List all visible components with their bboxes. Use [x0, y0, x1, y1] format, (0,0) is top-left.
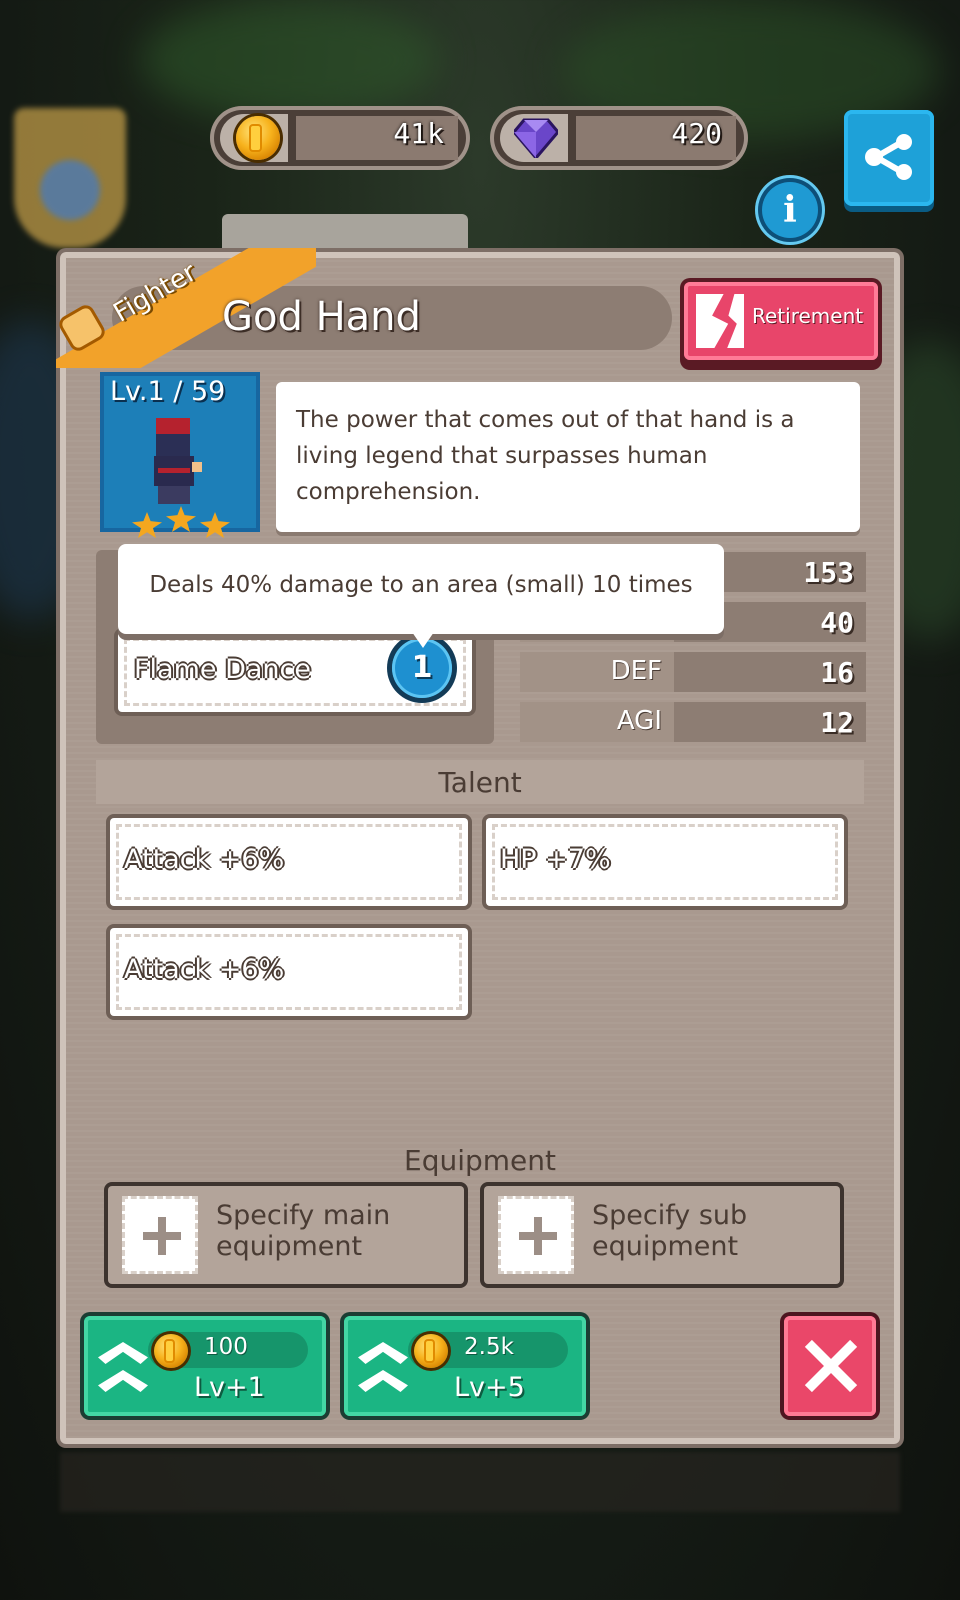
retirement-icon-right [727, 294, 744, 348]
hero-stars [132, 506, 232, 538]
star-icon [166, 506, 196, 532]
talent-card[interactable]: Attack +6% [110, 818, 468, 906]
plus-icon [122, 1196, 198, 1274]
stat-value: 40 [820, 606, 854, 639]
stat-label: DEF [610, 656, 662, 686]
sub-equipment-label: Specify sub equipment [592, 1200, 748, 1262]
close-button[interactable] [784, 1316, 876, 1416]
retirement-label: Retirement [752, 304, 864, 328]
background-foliage [140, 0, 440, 120]
talent-card[interactable]: HP +7% [486, 818, 844, 906]
level-up-label: Lv+5 [454, 1372, 525, 1403]
guild-badge-emblem [40, 160, 100, 220]
stat-value: 153 [803, 556, 854, 589]
background-bottom-bar [60, 1452, 900, 1512]
talent-card[interactable]: Attack +6% [110, 928, 468, 1016]
level-up-chevron-icon [98, 1342, 148, 1398]
sprite-head [156, 434, 190, 456]
sprite-hand [192, 462, 202, 472]
hero-name: God Hand [222, 294, 421, 340]
level-up-cost: 2.5k [464, 1334, 514, 1360]
level-up-label: Lv+1 [194, 1372, 265, 1403]
talent-text: Attack +6% [124, 844, 285, 875]
close-icon [804, 1340, 856, 1392]
star-icon [200, 512, 230, 538]
main-equipment-label: Specify main equipment [216, 1200, 391, 1262]
hero-description-box: The power that comes out of that hand is… [276, 382, 860, 532]
gold-counter: 41k [210, 106, 470, 170]
talent-text: Attack +6% [124, 954, 285, 985]
stat-label-cell: AGI [520, 702, 674, 742]
share-icon [865, 134, 912, 180]
skill-tooltip: Deals 40% damage to an area (small) 10 t… [118, 544, 724, 648]
talent-header: Talent [96, 760, 864, 804]
coin-icon [236, 116, 280, 160]
gem-amount: 420 [671, 117, 722, 150]
retirement-button[interactable]: Retirement [684, 282, 878, 360]
hero-portrait: Lv.1 / 59 [100, 372, 260, 538]
stat-row: DEF 16 [520, 652, 866, 692]
coin-icon [414, 1334, 448, 1368]
stat-value: 16 [820, 656, 854, 689]
gem-counter: 420 [490, 106, 748, 170]
star-icon [132, 512, 162, 538]
chevron-up-icon [358, 1342, 408, 1364]
chevron-up-icon [98, 1342, 148, 1364]
sprite-legs [158, 486, 190, 504]
stat-label-cell: DEF [520, 652, 674, 692]
stat-row: AGI 12 [520, 702, 866, 742]
equipment-title: Equipment [404, 1144, 556, 1177]
skill-tooltip-text: Deals 40% damage to an area (small) 10 t… [149, 572, 693, 598]
talent-title: Talent [438, 766, 522, 799]
stat-value: 12 [820, 706, 854, 739]
skill-card[interactable]: Flame Dance 1 [118, 632, 472, 712]
level-up-1-button[interactable]: 100 Lv+1 [84, 1316, 326, 1416]
level-up-5-button[interactable]: 2.5k Lv+5 [344, 1316, 586, 1416]
talent-text: HP +7% [500, 844, 611, 875]
plus-icon [498, 1196, 574, 1274]
gold-amount: 41k [393, 117, 444, 150]
sub-equipment-slot[interactable]: Specify sub equipment [484, 1186, 840, 1284]
sprite-belt [158, 468, 190, 473]
chevron-up-icon [98, 1370, 148, 1392]
info-icon: i [783, 189, 797, 231]
level-up-chevron-icon [358, 1342, 408, 1398]
sprite-hat [156, 418, 190, 434]
main-equipment-slot[interactable]: Specify main equipment [108, 1186, 464, 1284]
share-button[interactable] [844, 110, 934, 206]
skill-name: Flame Dance [134, 654, 311, 685]
coin-icon [154, 1334, 188, 1368]
info-button[interactable]: i [762, 182, 818, 238]
gem-icon [514, 118, 558, 158]
chevron-up-icon [358, 1370, 408, 1392]
stat-label: AGI [616, 706, 662, 736]
level-up-cost: 100 [204, 1334, 248, 1360]
hero-level: Lv.1 / 59 [110, 376, 226, 407]
skill-level-badge[interactable]: 1 [392, 638, 452, 698]
hero-description: The power that comes out of that hand is… [296, 407, 795, 505]
